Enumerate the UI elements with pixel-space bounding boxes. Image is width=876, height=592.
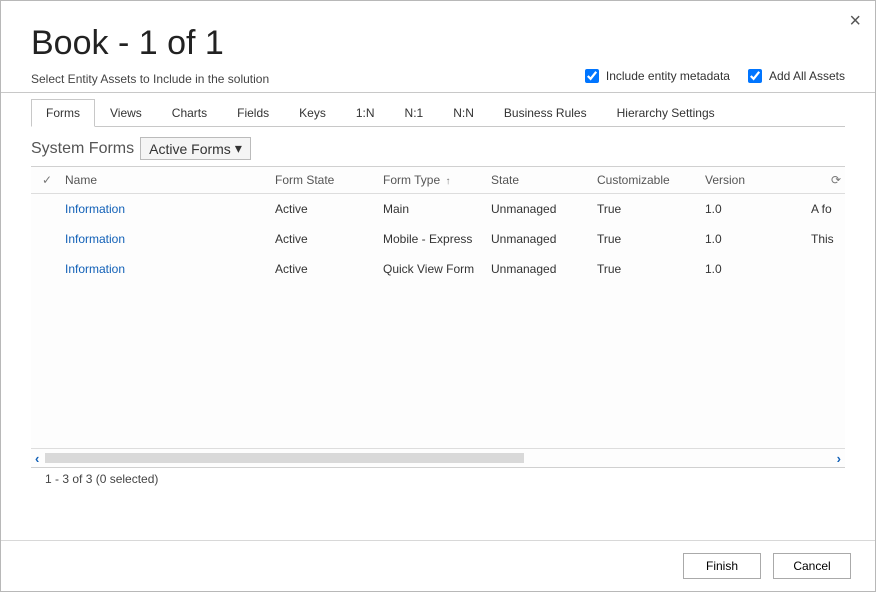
cell-customizable: True [597,232,705,246]
finish-button[interactable]: Finish [683,553,761,579]
system-forms-row: System Forms Active Forms ▾ [31,137,845,160]
col-header-state[interactable]: State [491,173,597,187]
cell-form-type: Quick View Form [383,262,491,276]
close-icon[interactable]: × [849,11,861,31]
page-subtitle: Select Entity Assets to Include in the s… [31,72,269,86]
header-options: Include entity metadata Add All Assets [581,66,845,86]
dialog-window: × Book - 1 of 1 Select Entity Assets to … [0,0,876,592]
cell-state: Unmanaged [491,262,597,276]
system-forms-label: System Forms [31,140,134,158]
tab-business-rules[interactable]: Business Rules [489,99,602,126]
form-name-link[interactable]: Information [65,202,125,216]
cell-form-type: Main [383,202,491,216]
entity-tabs: FormsViewsChartsFieldsKeys1:NN:1N:NBusin… [31,99,845,127]
include-entity-metadata-input[interactable] [585,69,599,83]
cell-customizable: True [597,262,705,276]
view-selector-dropdown[interactable]: Active Forms ▾ [140,137,251,160]
cell-form-state: Active [275,262,383,276]
tab-forms[interactable]: Forms [31,99,95,127]
chevron-down-icon: ▾ [235,140,242,157]
add-all-assets-label: Add All Assets [769,69,845,83]
dialog-footer: Finish Cancel [1,540,875,591]
table-row[interactable]: Information ActiveMobile - ExpressUnmanag… [31,224,845,254]
sort-ascending-icon: ↑ [445,176,450,187]
cell-version: 1.0 [705,232,811,246]
tab-hierarchy-settings[interactable]: Hierarchy Settings [602,99,730,126]
table-row[interactable]: Information ActiveMainUnmanagedTrue1.0A f… [31,194,845,224]
col-header-form-type[interactable]: Form Type ↑ [383,173,491,187]
col-header-customizable[interactable]: Customizable [597,173,705,187]
scroll-right-icon[interactable]: › [837,451,841,466]
col-header-version[interactable]: Version [705,173,811,187]
view-selector-value: Active Forms [149,141,231,157]
grid-body: InformationActiveMainUnmanagedTrue1.0A f… [31,194,845,448]
cell-customizable: True [597,202,705,216]
scroll-track[interactable] [45,453,830,463]
scroll-thumb[interactable] [45,453,524,463]
tab-n-1[interactable]: N:1 [390,99,439,126]
check-icon: ✓ [42,173,52,187]
grid-status-text: 1 - 3 of 3 (0 selected) [45,472,845,486]
cell-state: Unmanaged [491,232,597,246]
cell-form-state: Active [275,202,383,216]
subtitle-row: Select Entity Assets to Include in the s… [31,66,845,86]
col-header-select-all[interactable]: ✓ [31,173,63,187]
include-entity-metadata-label: Include entity metadata [606,69,730,83]
cell-overflow: A fo [811,202,845,216]
dialog-header: Book - 1 of 1 Select Entity Assets to In… [1,1,875,93]
cell-version: 1.0 [705,262,811,276]
scroll-left-icon[interactable]: ‹ [35,451,39,466]
col-header-name[interactable]: Name [63,173,275,187]
grid-header-row: ✓ Name Form State Form Type ↑ State Cust… [31,167,845,194]
cell-form-type: Mobile - Express [383,232,491,246]
refresh-icon[interactable]: ⟳ [831,173,841,187]
form-name-link[interactable]: Information [65,232,125,246]
tab-1-n[interactable]: 1:N [341,99,390,126]
tab-charts[interactable]: Charts [157,99,222,126]
col-header-form-state[interactable]: Form State [275,173,383,187]
cancel-button[interactable]: Cancel [773,553,851,579]
include-entity-metadata-checkbox[interactable]: Include entity metadata [581,66,730,86]
tab-n-n[interactable]: N:N [438,99,489,126]
forms-grid: ✓ Name Form State Form Type ↑ State Cust… [31,166,845,468]
tab-fields[interactable]: Fields [222,99,284,126]
horizontal-scrollbar[interactable]: ‹ › [31,448,845,467]
add-all-assets-input[interactable] [748,69,762,83]
cell-version: 1.0 [705,202,811,216]
cell-state: Unmanaged [491,202,597,216]
cell-form-state: Active [275,232,383,246]
cell-overflow: This [811,232,845,246]
col-header-form-type-label: Form Type [383,173,440,187]
tab-keys[interactable]: Keys [284,99,341,126]
form-name-link[interactable]: Information [65,262,125,276]
page-title: Book - 1 of 1 [31,25,845,62]
tab-views[interactable]: Views [95,99,157,126]
table-row[interactable]: Information ActiveQuick View FormUnmanage… [31,254,845,284]
add-all-assets-checkbox[interactable]: Add All Assets [744,66,845,86]
